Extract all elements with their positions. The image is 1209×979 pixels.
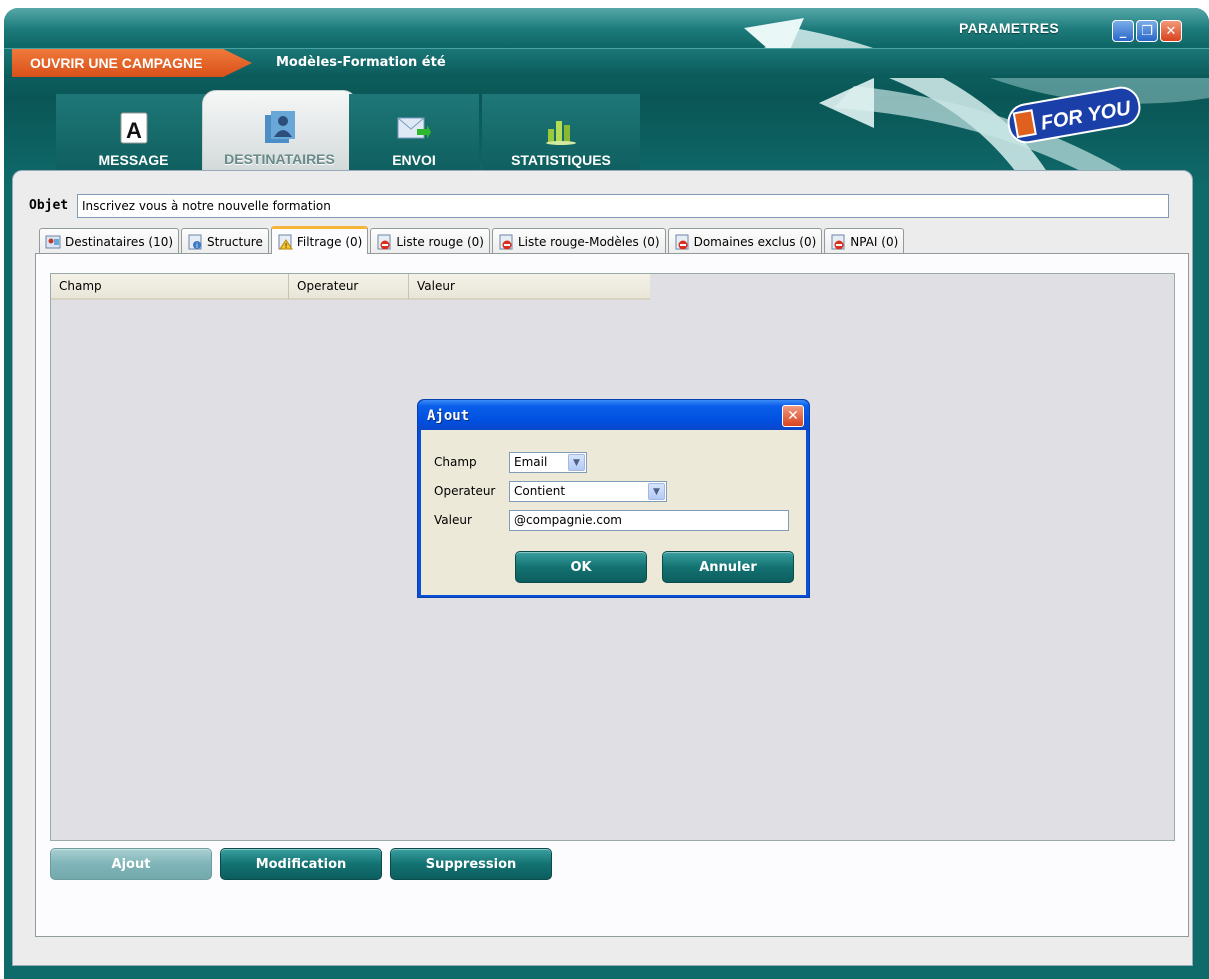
svg-text:i: i (196, 242, 198, 250)
subtab-npai-label: NPAI (0) (850, 234, 899, 249)
open-campaign-button[interactable]: OUVRIR UNE CAMPAGNE (12, 49, 252, 77)
champ-select-value: Email (514, 455, 548, 469)
parametres-link[interactable]: PARAMETRES (959, 20, 1059, 36)
valeur-input[interactable]: @compagnie.com (509, 510, 789, 531)
add-button[interactable]: Ajout (50, 848, 212, 880)
subtab-destinataires[interactable]: Destinataires (10) (39, 228, 180, 254)
blocked-list-icon (376, 234, 392, 250)
restore-button[interactable]: ❐ (1136, 20, 1158, 42)
subtab-domaines-exclus-label: Domaines exclus (0) (693, 234, 817, 249)
delete-button[interactable]: Suppression (390, 848, 552, 880)
tab-message[interactable]: A MESSAGE (56, 94, 211, 182)
subtab-structure[interactable]: i Structure (181, 228, 269, 254)
subtab-liste-rouge-modeles-label: Liste rouge-Modèles (0) (517, 234, 660, 249)
structure-icon: i (187, 234, 203, 250)
recipients-icon (45, 234, 61, 250)
send-mail-icon (397, 110, 431, 146)
subtab-liste-rouge-modeles[interactable]: Liste rouge-Modèles (0) (491, 228, 666, 254)
sub-tab-bar: Destinataires (10) i Structure ! Filtrag… (39, 226, 906, 254)
operateur-label: Operateur (434, 484, 496, 498)
subtab-domaines-exclus[interactable]: Domaines exclus (0) (667, 228, 823, 254)
tab-destinataires[interactable]: DESTINATAIRES (202, 90, 357, 182)
column-header-operateur[interactable]: Operateur (289, 274, 409, 300)
tab-message-label: MESSAGE (98, 152, 169, 168)
dialog-body: Champ Email ▼ Operateur Contient ▼ Valeu… (421, 430, 806, 595)
ok-button[interactable]: OK (515, 551, 647, 583)
stats-chart-icon (544, 110, 578, 146)
filter-warning-icon: ! (277, 234, 293, 250)
close-window-button[interactable]: ✕ (1160, 20, 1182, 42)
champ-label: Champ (434, 455, 477, 469)
subtab-filtrage[interactable]: ! Filtrage (0) (270, 226, 369, 254)
add-filter-dialog: Ajout ✕ Champ Email ▼ Operateur Contient… (417, 399, 810, 598)
objet-label: Objet (29, 198, 69, 213)
operateur-select-value: Contient (514, 484, 566, 498)
dialog-title: Ajout (427, 408, 470, 424)
subtab-liste-rouge[interactable]: Liste rouge (0) (370, 228, 490, 254)
blocked-list-icon (674, 234, 690, 250)
modify-button[interactable]: Modification (220, 848, 382, 880)
dialog-titlebar[interactable]: Ajout ✕ (418, 400, 809, 430)
chevron-down-icon: ▼ (568, 454, 585, 471)
operateur-select[interactable]: Contient ▼ (509, 481, 667, 502)
blocked-list-icon (498, 234, 514, 250)
subtab-filtrage-label: Filtrage (0) (296, 234, 363, 249)
blocked-list-icon (830, 234, 846, 250)
cancel-button[interactable]: Annuler (662, 551, 794, 583)
subtab-liste-rouge-label: Liste rouge (0) (396, 234, 484, 249)
tab-envoi-label: ENVOI (392, 152, 436, 168)
champ-select[interactable]: Email ▼ (509, 452, 587, 473)
subtab-npai[interactable]: NPAI (0) (824, 228, 905, 254)
minimize-button[interactable]: _ (1112, 20, 1134, 42)
dialog-close-button[interactable]: ✕ (782, 405, 804, 427)
tab-destinataires-label: DESTINATAIRES (224, 151, 335, 167)
subtab-structure-label: Structure (207, 234, 263, 249)
subtab-destinataires-label: Destinataires (10) (65, 234, 174, 249)
svg-text:A: A (126, 118, 142, 143)
contacts-icon (263, 109, 297, 145)
tab-envoi[interactable]: ENVOI (349, 94, 479, 182)
tab-statistiques[interactable]: STATISTIQUES (482, 94, 640, 182)
column-header-valeur[interactable]: Valeur (409, 274, 650, 300)
grid-header: Champ Operateur Valeur (51, 274, 650, 300)
letter-a-icon: A (117, 110, 151, 146)
svg-text:!: ! (284, 242, 287, 250)
chevron-down-icon: ▼ (648, 483, 665, 500)
campaign-name: Modèles-Formation été (276, 55, 446, 70)
objet-input[interactable]: Inscrivez vous à notre nouvelle formatio… (77, 194, 1169, 218)
tab-statistiques-label: STATISTIQUES (511, 152, 611, 168)
valeur-label: Valeur (434, 513, 472, 527)
column-header-champ[interactable]: Champ (51, 274, 289, 300)
